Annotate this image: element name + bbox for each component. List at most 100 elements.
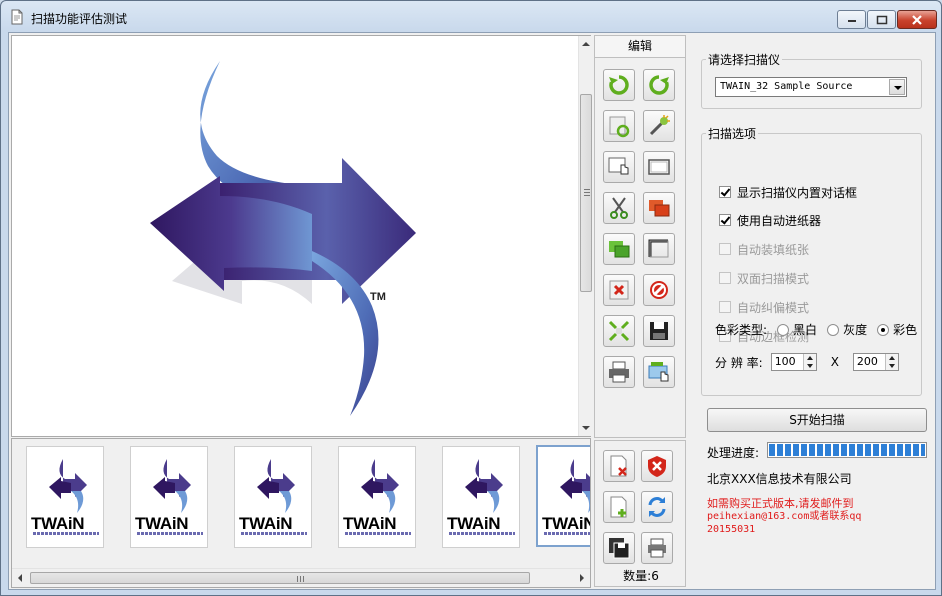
option-checkbox-label: 自动纠偏模式 xyxy=(737,300,810,315)
title-bar[interactable]: 扫描功能评估测试 xyxy=(1,1,941,33)
option-checkbox-label: 显示扫描仪内置对话框 xyxy=(737,185,858,200)
resolution-x-spinner[interactable]: 100 xyxy=(770,353,817,371)
twain-wordmark: TWAiN xyxy=(135,514,189,533)
fit-button[interactable] xyxy=(603,315,635,347)
option-checkbox-3: 双面扫描模式 xyxy=(719,270,809,286)
copy-green-icon xyxy=(609,241,630,258)
twain-logo-thumbnail xyxy=(465,459,503,513)
copy-green-button[interactable] xyxy=(603,233,635,265)
scroll-down-icon[interactable] xyxy=(582,426,590,430)
save-button[interactable] xyxy=(643,315,675,347)
print-all-button[interactable] xyxy=(641,532,673,564)
twain-tagline-graphic xyxy=(137,532,203,535)
start-scan-button[interactable]: S开始扫描 xyxy=(707,408,927,432)
scanner-select-value: TWAIN_32 Sample Source xyxy=(720,81,853,92)
scroll-thumb[interactable] xyxy=(580,94,592,292)
color-option-bw: 黑白 xyxy=(793,323,818,337)
resolution-separator: X xyxy=(830,355,839,369)
color-radio-color[interactable] xyxy=(877,323,890,336)
checkbox-checked-icon[interactable] xyxy=(719,214,731,226)
delete-all-button[interactable] xyxy=(641,450,673,482)
print-preview-icon xyxy=(648,362,669,382)
preview-vertical-scrollbar[interactable] xyxy=(578,36,592,436)
border-button[interactable] xyxy=(643,233,675,265)
rotate-right-button[interactable] xyxy=(643,69,675,101)
option-checkbox-0[interactable]: 显示扫描仪内置对话框 xyxy=(719,184,857,200)
option-checkbox-1[interactable]: 使用自动进纸器 xyxy=(719,212,821,228)
twain-logo-thumbnail xyxy=(257,459,295,513)
twain-logo-thumbnail xyxy=(361,459,399,513)
stop-button[interactable] xyxy=(643,274,675,306)
maximize-button[interactable] xyxy=(867,10,896,29)
add-page-button[interactable] xyxy=(603,491,635,523)
thumbnail-item[interactable]: TWAiN xyxy=(442,446,520,548)
scroll-right-icon[interactable] xyxy=(580,574,584,582)
scroll-left-icon[interactable] xyxy=(18,574,22,582)
checkbox-empty-icon xyxy=(719,301,731,313)
magic-wand-icon xyxy=(649,115,670,136)
twain-tagline-graphic xyxy=(544,532,590,535)
minimize-button[interactable] xyxy=(837,10,866,29)
close-button[interactable] xyxy=(897,10,937,29)
color-radio-bw[interactable] xyxy=(777,323,790,336)
spinner-arrows-icon[interactable] xyxy=(802,354,816,370)
printer-icon xyxy=(609,361,629,383)
thumbnail-item[interactable]: TWAiN xyxy=(338,446,416,548)
thumbnail-item[interactable]: TWAiN xyxy=(234,446,312,548)
twain-tagline-graphic xyxy=(449,532,515,535)
refresh-page-button[interactable] xyxy=(603,110,635,142)
twain-logo-thumbnail xyxy=(49,459,87,513)
horizontal-scroll-thumb[interactable] xyxy=(30,572,530,584)
border-icon xyxy=(648,239,669,258)
swap-button[interactable] xyxy=(641,491,673,523)
rotate-left-button[interactable] xyxy=(603,69,635,101)
scanner-select[interactable]: TWAIN_32 Sample Source xyxy=(715,77,907,97)
thumbnail-strip[interactable]: TWAiN TWAiN TWAiN TWAiN TWAiN TWAiN xyxy=(11,438,591,588)
page-refresh-icon xyxy=(609,116,630,138)
edit-toolbar: 编辑 数量:6 xyxy=(594,35,686,587)
option-checkbox-label: 自动装填纸张 xyxy=(737,242,810,257)
delete-image-button[interactable] xyxy=(603,274,635,306)
hand-select-icon xyxy=(608,157,629,175)
checkbox-checked-icon[interactable] xyxy=(719,186,731,198)
thumbnail-horizontal-scrollbar[interactable] xyxy=(12,568,590,586)
chevron-down-icon[interactable] xyxy=(889,79,905,95)
copy-red-button[interactable] xyxy=(643,192,675,224)
thumbnail-item[interactable]: TWAiN xyxy=(26,446,104,548)
print-preview-button[interactable] xyxy=(643,356,675,388)
edit-header: 编辑 xyxy=(594,35,686,58)
color-option-color: 彩色 xyxy=(893,323,918,337)
thumbnail-item[interactable]: TWAiN xyxy=(130,446,208,548)
image-preview[interactable]: TM xyxy=(11,35,592,437)
twain-tagline-graphic xyxy=(241,532,307,535)
frame-button[interactable] xyxy=(643,151,675,183)
maximize-icon xyxy=(876,15,887,24)
color-option-gray: 灰度 xyxy=(843,323,868,337)
thumbnail-list: TWAiN TWAiN TWAiN TWAiN TWAiN TWAiN xyxy=(12,439,590,567)
spinner-arrows-icon[interactable] xyxy=(884,354,898,370)
option-checkbox-label: 双面扫描模式 xyxy=(737,271,810,286)
print-button[interactable] xyxy=(603,356,635,388)
notice-line-3: 20155031 xyxy=(707,524,756,535)
frame-icon xyxy=(648,159,670,175)
magic-wand-button[interactable] xyxy=(643,110,675,142)
crop-button[interactable] xyxy=(603,192,635,224)
progress-fill xyxy=(769,444,925,456)
progress-bar xyxy=(767,442,927,458)
delete-page-button[interactable] xyxy=(603,450,635,482)
copy-red-icon xyxy=(649,200,670,217)
settings-panel: 请选择扫描仪 TWAIN_32 Sample Source 扫描选项 显示扫描仪… xyxy=(699,51,929,591)
resolution-y-spinner[interactable]: 200 xyxy=(852,353,899,371)
color-radio-gray[interactable] xyxy=(827,323,840,336)
scroll-up-icon[interactable] xyxy=(582,42,590,46)
scissors-icon xyxy=(610,197,628,219)
window-title: 扫描功能评估测试 xyxy=(31,12,128,26)
option-checkbox-4: 自动纠偏模式 xyxy=(719,299,809,315)
shield-delete-icon xyxy=(648,456,666,477)
thumbnail-item[interactable]: TWAiN xyxy=(536,445,590,547)
select-hand-button[interactable] xyxy=(603,151,635,183)
save-all-button[interactable] xyxy=(603,532,635,564)
option-checkbox-label: 使用自动进纸器 xyxy=(737,213,822,228)
resolution-y-value: 200 xyxy=(856,355,878,368)
twain-wordmark: TWAiN xyxy=(239,514,293,533)
